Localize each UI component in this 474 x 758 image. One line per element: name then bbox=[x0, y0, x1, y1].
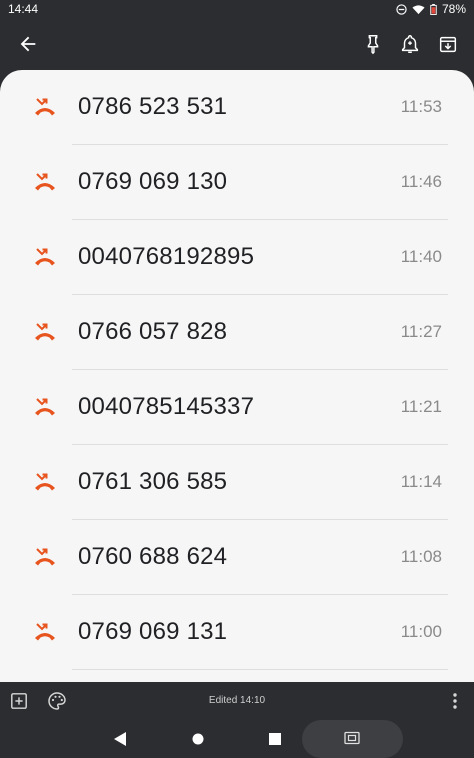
call-log-row[interactable]: 0766 057 828 11:27 bbox=[0, 295, 474, 370]
call-time: 11:46 bbox=[400, 172, 442, 191]
call-log-row[interactable]: 0761 306 585 11:14 bbox=[0, 445, 474, 520]
missed-call-icon bbox=[35, 623, 55, 641]
call-time: 11:40 bbox=[400, 247, 442, 266]
call-time: 11:08 bbox=[400, 547, 442, 566]
missed-call-icon bbox=[35, 548, 55, 566]
note-content[interactable]: 0786 523 531 11:53 0769 069 130 11:46 004076… bbox=[0, 70, 474, 682]
missed-call-icon bbox=[35, 173, 55, 191]
nav-home-icon[interactable] bbox=[192, 733, 204, 745]
call-time: 11:00 bbox=[400, 622, 442, 641]
phone-number: 0040785145337 bbox=[78, 393, 255, 420]
missed-call-icon bbox=[35, 248, 55, 266]
call-log-row[interactable]: 0040768192895 11:40 bbox=[0, 220, 474, 295]
phone-number: 0786 523 531 bbox=[78, 93, 228, 120]
system-nav-bar bbox=[0, 720, 474, 758]
missed-call-icon bbox=[35, 98, 55, 116]
nav-back-icon[interactable] bbox=[113, 731, 127, 747]
note-toolbar bbox=[0, 18, 474, 70]
call-log-row[interactable]: 0040785145337 11:21 bbox=[0, 370, 474, 445]
reminder-bell-icon[interactable] bbox=[399, 33, 421, 55]
call-log-row[interactable]: 0760 688 624 11:08 bbox=[0, 520, 474, 595]
pin-icon[interactable] bbox=[362, 33, 384, 55]
phone-number: 0040768192895 bbox=[78, 243, 255, 270]
divider bbox=[72, 669, 448, 670]
missed-call-icon bbox=[35, 398, 55, 416]
more-options-icon[interactable] bbox=[449, 692, 461, 710]
wifi-icon bbox=[412, 4, 425, 14]
call-log-row[interactable]: 0786 523 531 11:53 bbox=[0, 70, 474, 145]
phone-number: 0760 688 624 bbox=[78, 543, 228, 570]
edited-timestamp: Edited 14:10 bbox=[208, 695, 266, 706]
call-time: 11:21 bbox=[400, 397, 442, 416]
call-time: 11:27 bbox=[400, 322, 442, 341]
call-log-row[interactable]: 0769 069 131 11:00 bbox=[0, 595, 474, 670]
battery-percent: 78% bbox=[441, 2, 466, 16]
missed-call-icon bbox=[35, 323, 55, 341]
missed-call-icon bbox=[35, 473, 55, 491]
nav-recents-icon[interactable] bbox=[269, 733, 281, 745]
dnd-icon bbox=[396, 3, 407, 15]
archive-icon[interactable] bbox=[437, 33, 459, 55]
status-bar: 14:44 78% bbox=[0, 0, 474, 18]
note-bottom-bar: Edited 14:10 bbox=[0, 682, 474, 720]
call-log-row[interactable]: 0769 069 130 11:46 bbox=[0, 145, 474, 220]
call-list: 0786 523 531 11:53 0769 069 130 11:46 004076… bbox=[0, 70, 474, 670]
back-arrow-icon[interactable] bbox=[17, 33, 39, 55]
call-time: 11:53 bbox=[400, 97, 442, 116]
screenshot-button[interactable] bbox=[302, 720, 403, 758]
phone-number: 0761 306 585 bbox=[78, 468, 228, 495]
phone-number: 0766 057 828 bbox=[78, 318, 228, 345]
phone-number: 0769 069 131 bbox=[78, 618, 228, 645]
battery-icon bbox=[430, 3, 437, 15]
status-icons: 78% bbox=[396, 2, 466, 16]
status-time: 14:44 bbox=[8, 2, 39, 16]
screenshot-icon bbox=[344, 731, 360, 745]
phone-number: 0769 069 130 bbox=[78, 168, 228, 195]
call-time: 11:14 bbox=[400, 472, 442, 491]
